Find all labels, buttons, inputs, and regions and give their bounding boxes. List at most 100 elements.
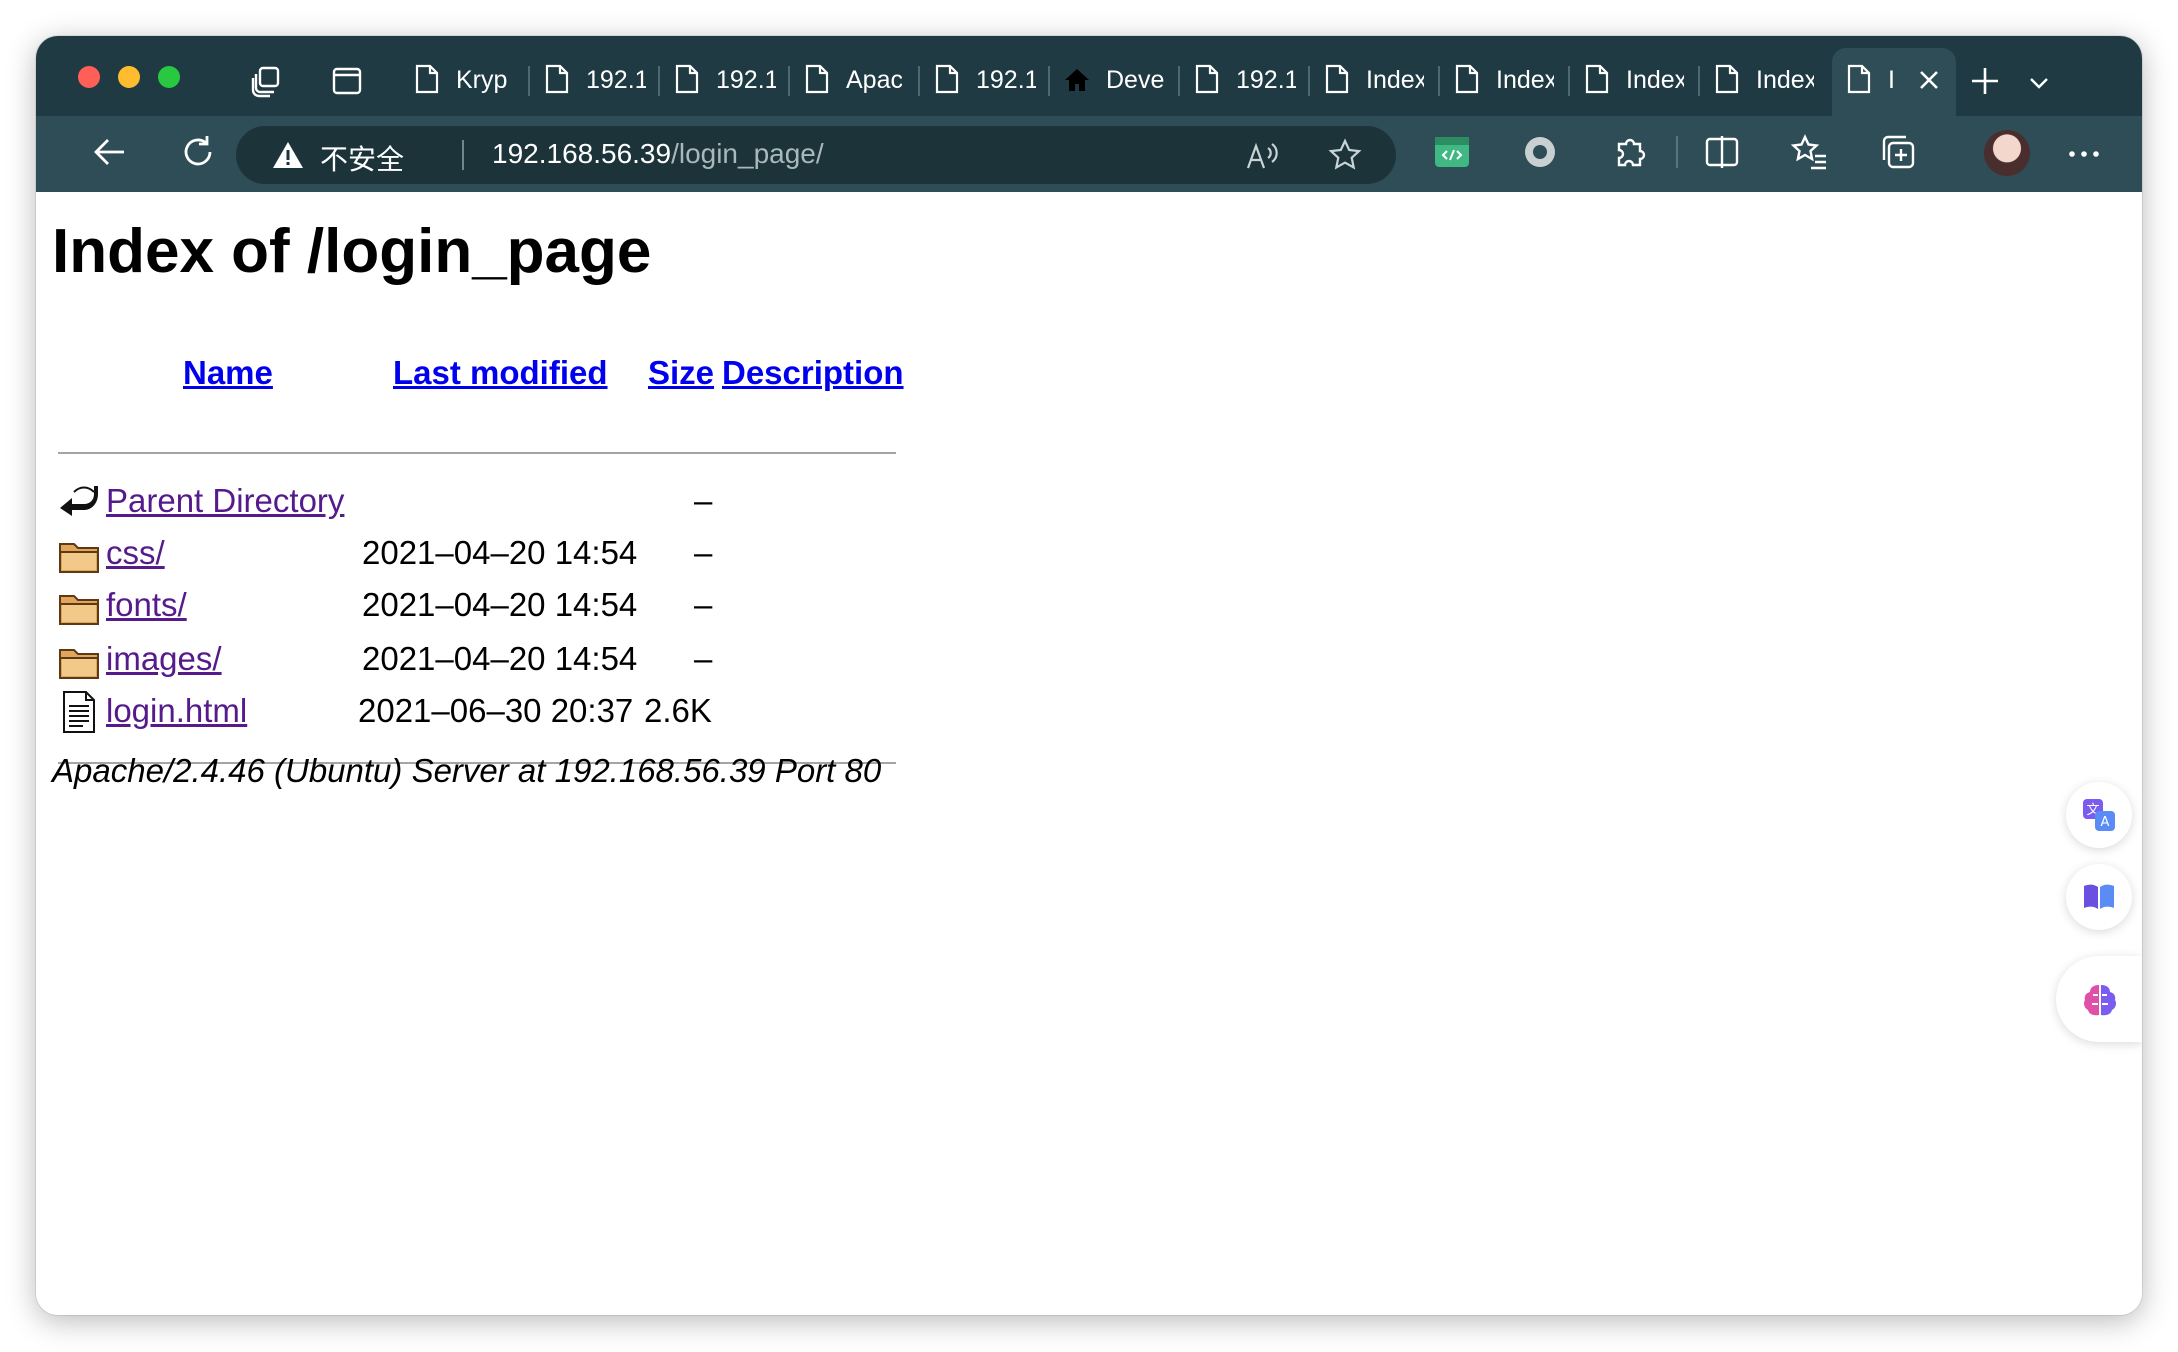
server-signature: Apache/2.4.46 (Ubuntu) Server at 192.168… <box>52 752 882 789</box>
record-extension-icon[interactable] <box>1520 132 1560 172</box>
home-icon <box>1065 69 1089 91</box>
document-icon <box>1847 64 1871 94</box>
reader-button[interactable] <box>2066 864 2132 930</box>
page-content: Index of /login_page Name Last modified … <box>36 192 2142 1315</box>
vertical-tabs-icon[interactable] <box>330 64 364 98</box>
address-divider <box>462 140 464 170</box>
tab-kryp[interactable]: Kryp <box>400 48 530 110</box>
tab-index-2[interactable]: Index <box>1440 48 1570 110</box>
row-size: – <box>694 534 713 571</box>
folder-icon <box>59 595 99 625</box>
tab-label: 192.1 <box>716 66 776 94</box>
refresh-icon[interactable] <box>178 132 218 172</box>
ai-brain-icon <box>2084 985 2116 1016</box>
back-arrow-icon <box>60 486 98 516</box>
folder-icon <box>59 543 99 573</box>
tab-label: Deve <box>1106 66 1164 94</box>
read-aloud-icon[interactable] <box>1244 138 1280 172</box>
more-dots-icon[interactable] <box>2066 136 2102 172</box>
tab-label: I <box>1888 66 1895 94</box>
row-date: 2021–04–20 14:54 <box>362 534 638 571</box>
ai-assistant-button[interactable] <box>2056 956 2142 1042</box>
row-size: – <box>694 640 713 677</box>
close-tab-icon[interactable] <box>1916 64 1942 94</box>
link-css[interactable]: css/ <box>106 534 165 572</box>
column-header-name[interactable]: Name <box>183 354 273 392</box>
column-header-description[interactable]: Description <box>722 354 904 392</box>
tab-index-4[interactable]: Index <box>1700 48 1830 110</box>
window-close-button[interactable] <box>78 66 100 88</box>
row-date: 2021–06–30 20:37 <box>358 692 634 729</box>
chevron-down-icon[interactable] <box>2026 70 2052 96</box>
tab-deve[interactable]: Deve <box>1050 48 1180 110</box>
address-bar[interactable]: 不安全 192.168.56.39/login_page/ <box>236 126 1396 184</box>
tab-bar: Kryp 192.1 192.1 Apac 192.1 Deve 192.1 I… <box>36 36 2142 116</box>
text-file-icon <box>63 691 95 733</box>
row-size: 2.6K <box>644 692 712 729</box>
row-size: – <box>694 586 713 623</box>
folder-icon <box>59 649 99 679</box>
tab-label: 192.1 <box>586 66 646 94</box>
link-fonts[interactable]: fonts/ <box>106 586 187 624</box>
tab-label: Apac <box>846 66 902 94</box>
collections-icon[interactable] <box>250 64 284 98</box>
tab-label: Index <box>1496 66 1554 94</box>
url-host: 192.168.56.39 <box>492 138 672 169</box>
tab-index-1[interactable]: Index <box>1310 48 1440 110</box>
document-icon <box>1455 64 1479 94</box>
tab-192-1[interactable]: 192.1 <box>530 48 660 110</box>
window-zoom-button[interactable] <box>158 66 180 88</box>
document-icon <box>1715 64 1739 94</box>
profile-avatar[interactable] <box>1984 130 2030 176</box>
tab-label: Index <box>1756 66 1814 94</box>
document-icon <box>545 64 569 94</box>
toolbar-divider <box>1676 136 1678 168</box>
extensions-puzzle-icon[interactable] <box>1610 132 1650 172</box>
document-icon <box>1585 64 1609 94</box>
document-icon <box>1195 64 1219 94</box>
document-icon <box>675 64 699 94</box>
security-status[interactable]: 不安全 <box>320 138 404 178</box>
document-icon <box>415 64 439 94</box>
tab-label: 192.1 <box>976 66 1036 94</box>
devtools-extension-icon[interactable] <box>1432 132 1472 172</box>
document-icon <box>935 64 959 94</box>
tab-active[interactable]: I <box>1832 48 1956 116</box>
link-login-html[interactable]: login.html <box>106 692 247 730</box>
tab-label: Index <box>1366 66 1424 94</box>
back-arrow-icon[interactable] <box>90 132 130 172</box>
translate-button[interactable]: 文A <box>2066 782 2132 848</box>
reader-book-icon <box>2084 884 2114 909</box>
url-path: /login_page/ <box>671 138 824 169</box>
favorite-star-icon[interactable] <box>1328 138 1362 172</box>
tab-label: Index <box>1626 66 1684 94</box>
new-tab-icon[interactable] <box>1968 64 2002 98</box>
row-date: 2021–04–20 14:54 <box>362 586 638 623</box>
row-size: – <box>694 482 713 519</box>
document-icon <box>805 64 829 94</box>
window-minimize-button[interactable] <box>118 66 140 88</box>
row-date: 2021–04–20 14:54 <box>362 640 638 677</box>
favorites-list-icon[interactable] <box>1790 132 1830 172</box>
tab-index-3[interactable]: Index <box>1570 48 1700 110</box>
browser-window: Kryp 192.1 192.1 Apac 192.1 Deve 192.1 I… <box>36 36 2142 1315</box>
tab-label: 192.1 <box>1236 66 1296 94</box>
url-text[interactable]: 192.168.56.39/login_page/ <box>492 138 824 170</box>
translate-icon: 文A <box>2083 799 2115 831</box>
tab-label: Kryp <box>456 66 508 94</box>
page-title: Index of /login_page <box>52 217 652 286</box>
link-parent-directory[interactable]: Parent Directory <box>106 482 344 520</box>
svg-text:A: A <box>2101 815 2110 830</box>
collections-add-icon[interactable] <box>1878 132 1918 172</box>
tab-192-3[interactable]: 192.1 <box>920 48 1050 110</box>
split-screen-icon[interactable] <box>1702 132 1742 172</box>
tab-apache[interactable]: Apac <box>790 48 920 110</box>
column-header-last-modified[interactable]: Last modified <box>393 354 608 392</box>
tab-192-4[interactable]: 192.1 <box>1180 48 1310 110</box>
column-header-size[interactable]: Size <box>648 354 714 392</box>
tab-192-2[interactable]: 192.1 <box>660 48 790 110</box>
header-divider <box>58 452 896 454</box>
warning-icon[interactable] <box>272 140 304 170</box>
document-icon <box>1325 64 1349 94</box>
link-images[interactable]: images/ <box>106 640 222 678</box>
